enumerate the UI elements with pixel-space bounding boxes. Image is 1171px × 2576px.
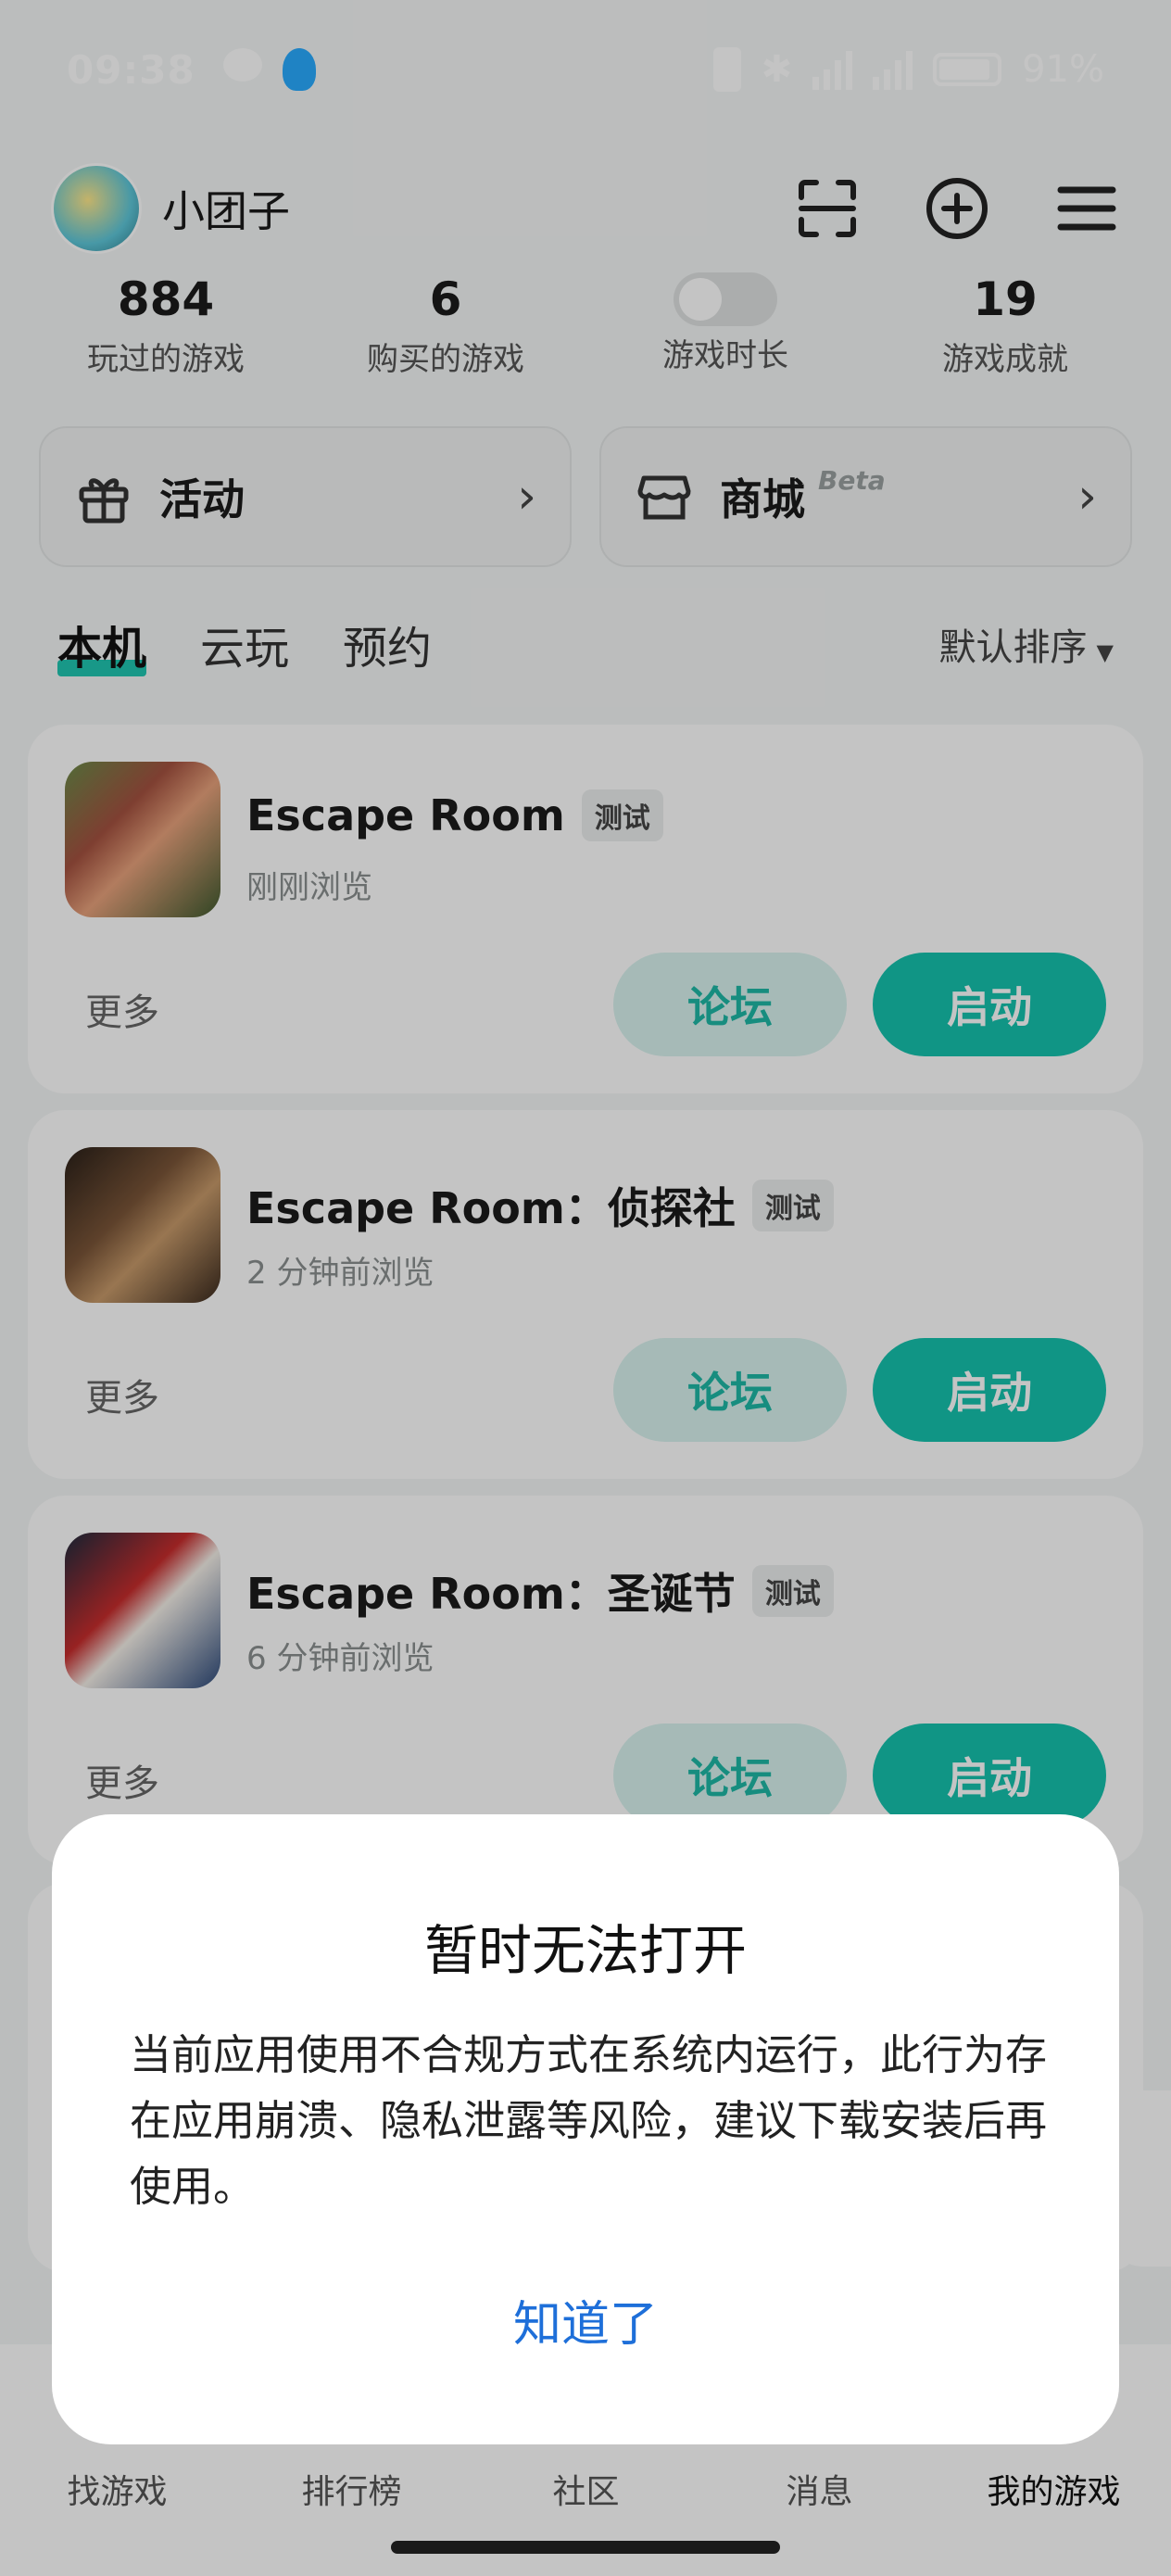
dialog-confirm-button[interactable]: 知道了	[52, 2285, 1119, 2355]
alert-dialog: 暂时无法打开 当前应用使用不合规方式在系统内运行，此行为存在应用崩溃、隐私泄露等…	[52, 1814, 1119, 2444]
dialog-title: 暂时无法打开	[423, 1919, 747, 1982]
dialog-message: 当前应用使用不合规方式在系统内运行，此行为存在应用崩溃、隐私泄露等风险，建议下载…	[130, 2030, 1048, 2211]
